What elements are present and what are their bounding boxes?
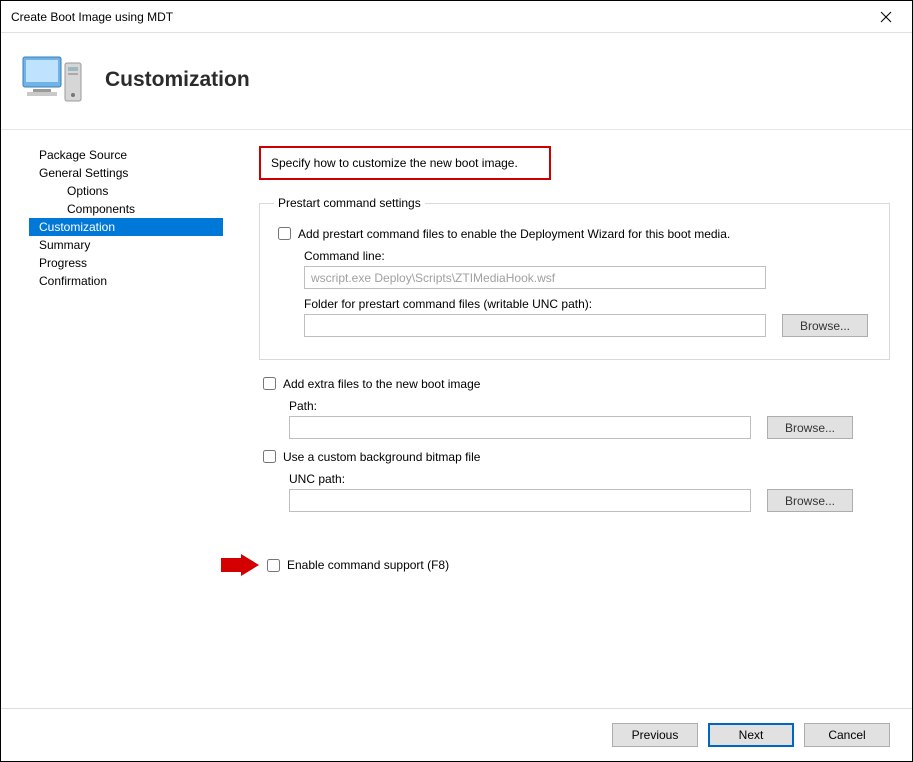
extra-files-checkbox-label: Add extra files to the new boot image: [283, 377, 480, 391]
enable-command-support-label: Enable command support (F8): [287, 558, 449, 572]
sidebar-item-package-source[interactable]: Package Source: [33, 146, 223, 164]
instruction-text: Specify how to customize the new boot im…: [271, 156, 518, 170]
wizard-sidebar: Package Source General Settings Options …: [1, 146, 223, 708]
bitmap-browse-button[interactable]: Browse...: [767, 489, 853, 512]
extra-browse-button[interactable]: Browse...: [767, 416, 853, 439]
prestart-folder-input[interactable]: [304, 314, 766, 337]
prestart-browse-button[interactable]: Browse...: [782, 314, 868, 337]
next-button[interactable]: Next: [708, 723, 794, 747]
enable-command-support-checkbox[interactable]: [267, 559, 280, 572]
cmdline-input[interactable]: [304, 266, 766, 289]
bitmap-checkbox[interactable]: [263, 450, 276, 463]
attention-arrow-icon: [221, 554, 261, 576]
sidebar-item-components[interactable]: Components: [33, 200, 223, 218]
cmdline-label: Command line:: [304, 249, 875, 263]
extra-path-input[interactable]: [289, 416, 751, 439]
bitmap-path-label: UNC path:: [289, 472, 890, 486]
sidebar-item-general-settings[interactable]: General Settings: [33, 164, 223, 182]
wizard-body: Package Source General Settings Options …: [1, 129, 912, 708]
instruction-highlight: Specify how to customize the new boot im…: [259, 146, 551, 180]
prestart-folder-label: Folder for prestart command files (writa…: [304, 297, 875, 311]
wizard-header: Customization: [1, 33, 912, 129]
wizard-footer: Previous Next Cancel: [1, 708, 912, 761]
cancel-button[interactable]: Cancel: [804, 723, 890, 747]
bitmap-path-input[interactable]: [289, 489, 751, 512]
bitmap-checkbox-label: Use a custom background bitmap file: [283, 450, 480, 464]
page-title: Customization: [105, 68, 250, 92]
extra-files-checkbox[interactable]: [263, 377, 276, 390]
close-icon: [880, 11, 892, 23]
sidebar-item-summary[interactable]: Summary: [33, 236, 223, 254]
dialog-window: Create Boot Image using MDT Customizatio…: [0, 0, 913, 762]
prestart-checkbox-label: Add prestart command files to enable the…: [298, 227, 730, 241]
extra-path-label: Path:: [289, 399, 890, 413]
computer-icon: [21, 51, 85, 109]
previous-button[interactable]: Previous: [612, 723, 698, 747]
titlebar: Create Boot Image using MDT: [1, 1, 912, 33]
wizard-content: Specify how to customize the new boot im…: [223, 146, 912, 708]
sidebar-item-progress[interactable]: Progress: [33, 254, 223, 272]
sidebar-item-confirmation[interactable]: Confirmation: [33, 272, 223, 290]
sidebar-item-customization[interactable]: Customization: [29, 218, 223, 236]
prestart-group: Prestart command settings Add prestart c…: [259, 196, 890, 360]
window-title: Create Boot Image using MDT: [11, 10, 173, 24]
sidebar-item-options[interactable]: Options: [33, 182, 223, 200]
prestart-legend: Prestart command settings: [274, 196, 425, 210]
prestart-checkbox[interactable]: [278, 227, 291, 240]
close-button[interactable]: [866, 3, 906, 31]
